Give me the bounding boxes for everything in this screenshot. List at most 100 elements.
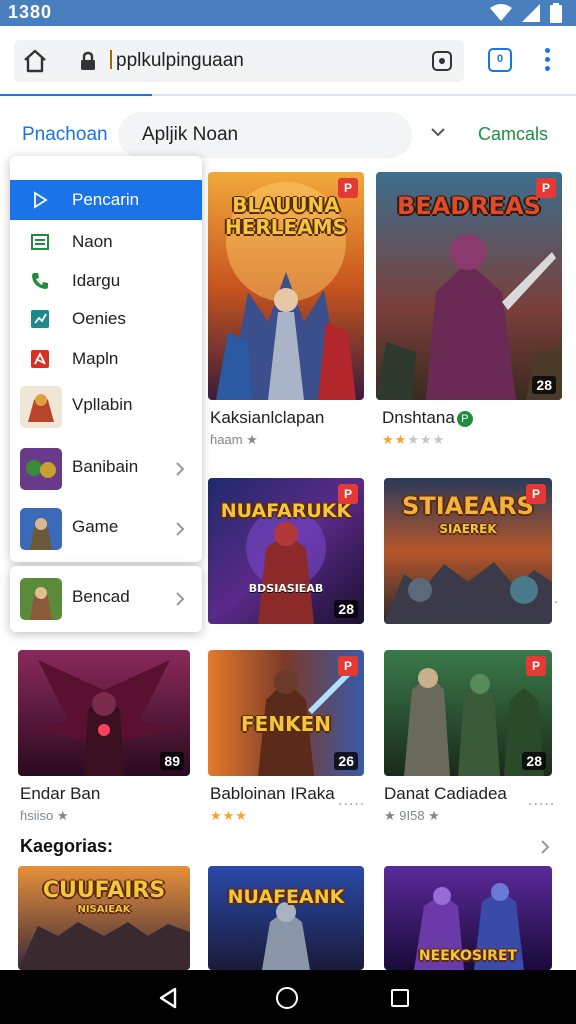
url-value: pplkulpinguaan [116, 50, 244, 71]
status-time: 1380 [8, 2, 53, 22]
more-options[interactable]: ..... [528, 792, 555, 810]
app-card[interactable]: STIAEARS SIAEREK P [384, 478, 552, 624]
chevron-right-icon [176, 522, 185, 536]
url-text[interactable]: pplkulpinguaan [110, 50, 244, 72]
app-avatar [20, 578, 62, 620]
menu-item-label: Banibain [72, 457, 139, 476]
back-icon[interactable] [158, 987, 178, 1009]
category-menu-extra: Bencad [10, 566, 202, 632]
menu-app-game[interactable]: Game [10, 504, 202, 554]
app-card[interactable]: P 28 Danat Cadiadea ★ 9I58 ★ ..... [384, 650, 560, 823]
status-bar: 1380 [0, 0, 576, 26]
play-store-icon [34, 191, 48, 209]
app-name-text: Dnshtana [382, 408, 455, 427]
cancel-link[interactable]: Camcals [478, 124, 548, 145]
rating-stars: ★★★ [210, 808, 248, 823]
app-artwork: NEEKOSIRET [384, 866, 552, 970]
app-card[interactable]: NUAFEANK [208, 866, 364, 970]
puzzle-icon [31, 350, 49, 368]
status-icons [490, 3, 562, 23]
app-artwork: STIAEARS SIAEREK P [384, 478, 552, 624]
menu-app-vpllabin[interactable]: Vpllabin [10, 382, 202, 432]
rating-stars: ★★★★★ [382, 432, 446, 447]
app-card[interactable]: CUUFAIRS NISAIEAK [18, 866, 190, 970]
app-card[interactable]: FENKEN P 26 Babloinan IRaka ★★★ ..... [208, 650, 365, 823]
menu-item-label: Pencarin [72, 190, 140, 209]
search-field[interactable]: Apljik Noan [118, 112, 412, 158]
app-card[interactable]: BEADREAS P 28 DnshtanaP ★★★★★ ..... [376, 172, 562, 607]
menu-item-naon[interactable]: Naon [10, 222, 202, 262]
app-card[interactable]: NUAFARUKK P BDSIASIEAB 28 [208, 478, 364, 624]
verified-icon: P [456, 411, 473, 427]
app-name[interactable]: Dnshtana P [382, 408, 473, 428]
app-subtitle: ★ 9I58 ★ [384, 808, 440, 823]
artwork-title: CUUFAIRS [42, 878, 166, 903]
url-bar[interactable]: pplkulpinguaan [14, 40, 464, 82]
signal-icon [522, 4, 540, 22]
artwork-title: BEADREAS [397, 192, 541, 220]
home-button[interactable] [276, 987, 298, 1009]
app-name[interactable]: Danat Cadiadea [384, 784, 507, 804]
chevron-right-icon[interactable] [538, 838, 552, 856]
search-text: Apljik Noan [142, 124, 239, 145]
artwork-title: BLAUUNA HERLEAMS [225, 193, 347, 239]
ad-badge: P [526, 484, 546, 504]
more-options[interactable]: ..... [338, 792, 365, 810]
artwork-title: FENKEN [241, 712, 331, 736]
menu-item-label: Vpllabin [72, 395, 133, 414]
menu-item-label: Naon [72, 232, 113, 251]
menu-app-banibain[interactable]: Banibain [10, 444, 202, 494]
ad-badge: P [338, 178, 358, 198]
record-icon[interactable] [432, 51, 452, 71]
menu-item-label: Game [72, 517, 119, 536]
menu-item-idargu[interactable]: Idargu [10, 261, 202, 301]
age-rating-badge: 28 [522, 752, 546, 770]
ad-badge: P [526, 656, 546, 676]
ad-badge: P [338, 484, 358, 504]
app-artwork: BEADREAS P 28 [376, 172, 562, 400]
app-card[interactable]: NEEKOSIRET [384, 866, 552, 970]
recents-button[interactable] [391, 989, 409, 1007]
artwork-caption: BDSIASIEAB [248, 582, 324, 595]
home-icon[interactable] [22, 49, 48, 73]
chevron-down-icon[interactable] [428, 122, 448, 142]
age-rating-badge: 26 [334, 752, 358, 770]
section-title: Kaegorias: [20, 836, 114, 856]
screen: 1380 pplkulpinguaan 0 Pnachoan Apljik No… [0, 0, 576, 1024]
artwork-caption: NEEKOSIRET [418, 948, 518, 964]
app-subtitle: ɦaam ★ [210, 432, 258, 447]
menu-app-bencad[interactable]: Bencad [10, 574, 202, 624]
artwork-caption: SIAEREK [439, 522, 497, 536]
system-nav-bar [0, 970, 576, 1024]
menu-item-label: Mapln [72, 349, 119, 368]
wifi-icon [490, 4, 512, 21]
list-icon [31, 234, 49, 250]
phone-icon [32, 273, 48, 289]
app-card[interactable]: 89 Endar Ban ɦsiiso ★ [18, 650, 190, 823]
age-rating-badge: 28 [334, 600, 358, 618]
app-name[interactable]: Babloinan IRaka [210, 784, 335, 804]
browser-bar: pplkulpinguaan 0 [0, 26, 576, 96]
menu-item-oenies[interactable]: Oenies [10, 299, 202, 339]
category-menu: Pencarin Naon Idargu Oenies Mapln Vpllab… [10, 156, 202, 562]
app-card[interactable]: BLAUUNA HERLEAMS P Kaksianlclapan ɦaam ★ [208, 172, 364, 452]
menu-item-mapln[interactable]: Mapln [10, 339, 202, 379]
app-artwork: 89 [18, 650, 190, 776]
toolbar-title[interactable]: Pnachoan [22, 124, 108, 146]
menu-item-pencarin[interactable]: Pencarin [10, 180, 202, 220]
age-rating-badge: 28 [532, 376, 556, 394]
app-artwork: P 28 [384, 650, 552, 776]
app-artwork: BLAUUNA HERLEAMS P [208, 172, 364, 400]
overflow-menu-icon[interactable] [544, 48, 552, 74]
artwork-caption: NISAIEAK [77, 904, 131, 915]
chevron-right-icon [176, 592, 185, 606]
app-name[interactable]: Endar Ban [20, 784, 100, 804]
page-load-progress [0, 94, 576, 96]
app-artwork: NUAFEANK [208, 866, 364, 970]
tabs-count-button[interactable]: 0 [488, 48, 512, 72]
ad-badge: P [338, 656, 358, 676]
app-avatar [20, 448, 62, 490]
app-name[interactable]: Kaksianlclapan [210, 408, 324, 428]
age-rating-badge: 89 [160, 752, 184, 770]
text-cursor [110, 50, 112, 69]
